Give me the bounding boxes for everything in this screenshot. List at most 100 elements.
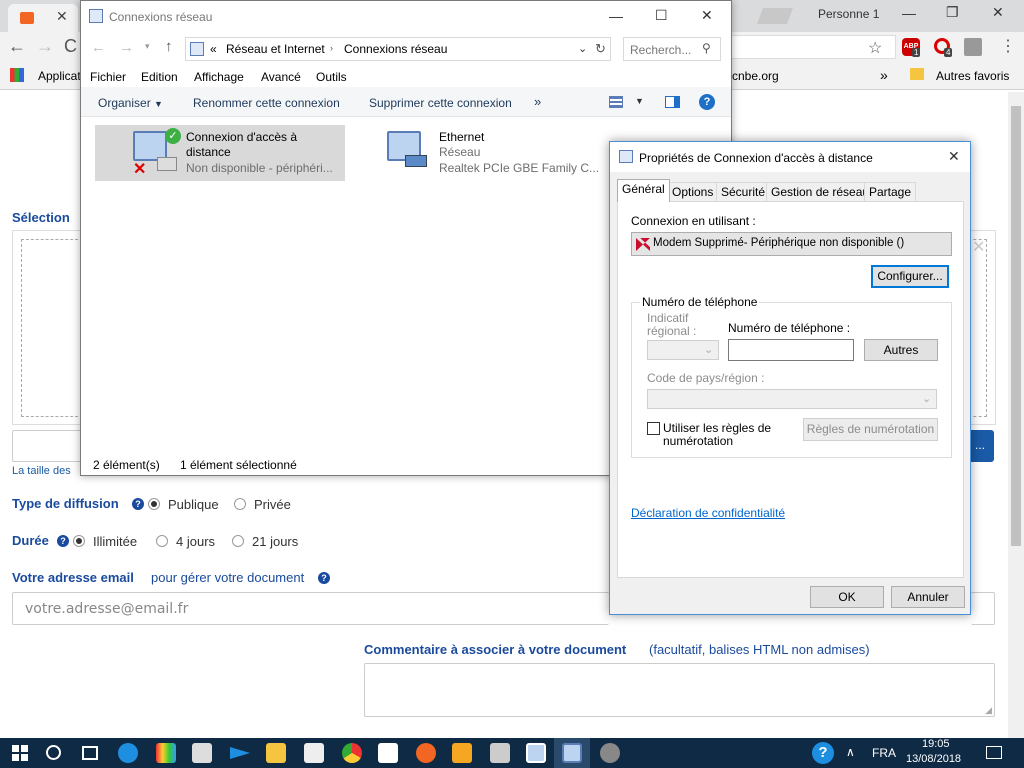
rename-connection-button[interactable]: Renommer cette connexion xyxy=(193,96,340,110)
help-icon[interactable]: ? xyxy=(812,742,834,764)
chevron-down-icon[interactable]: ▼ xyxy=(635,96,644,106)
app-icon[interactable] xyxy=(416,743,436,763)
maximize-icon[interactable]: ☐ xyxy=(655,7,668,24)
chevron-down-icon[interactable]: ⌄ xyxy=(578,42,587,55)
dialing-rules-button[interactable]: Règles de numérotation xyxy=(803,418,938,441)
help-icon[interactable]: ? xyxy=(132,498,144,510)
menu-advanced[interactable]: Avancé xyxy=(261,70,301,84)
minimize-icon[interactable]: — xyxy=(902,5,916,21)
menu-tools[interactable]: Outils xyxy=(316,70,347,84)
ok-button[interactable]: OK xyxy=(810,586,884,608)
tab-networking[interactable]: Gestion de réseau xyxy=(766,182,875,201)
clock-time[interactable]: 19:05 xyxy=(922,738,950,750)
pdf-extension-icon[interactable] xyxy=(964,38,982,56)
close-icon[interactable]: ✕ xyxy=(992,4,1004,21)
radio-21-days[interactable] xyxy=(232,535,244,547)
tab-general[interactable]: Général xyxy=(617,179,670,202)
minimize-icon[interactable]: — xyxy=(609,8,623,24)
recent-dropdown-icon[interactable]: ▾ xyxy=(145,41,150,52)
search-icon[interactable]: ⚲ xyxy=(702,41,711,55)
bookmark-item[interactable]: cnbe.org xyxy=(732,69,779,83)
view-options-icon[interactable] xyxy=(609,96,623,108)
organize-button[interactable]: Organiser ▼ xyxy=(98,96,163,110)
tab-options[interactable]: Options xyxy=(667,182,719,201)
phone-number-input[interactable] xyxy=(728,339,854,361)
help-icon[interactable]: ? xyxy=(318,572,330,584)
tab-security[interactable]: Sécurité xyxy=(716,182,771,201)
email-input-right[interactable] xyxy=(971,592,995,625)
privacy-statement-link[interactable]: Déclaration de confidentialité xyxy=(631,506,785,520)
chrome-icon[interactable] xyxy=(342,743,362,763)
bookmarks-overflow[interactable]: » xyxy=(880,67,888,83)
network-connections-icon[interactable] xyxy=(562,743,582,763)
app-icon[interactable] xyxy=(156,743,176,763)
up-icon[interactable]: ↑ xyxy=(165,38,173,55)
new-tab-button[interactable] xyxy=(757,8,793,24)
radio-4-days[interactable] xyxy=(156,535,168,547)
control-panel-icon[interactable] xyxy=(526,743,546,763)
menu-icon[interactable]: ⋮ xyxy=(1000,36,1016,56)
comment-textarea[interactable]: ◢ xyxy=(364,663,995,717)
radio-private-label[interactable]: Privée xyxy=(254,497,291,512)
close-icon[interactable]: ✕ xyxy=(972,237,985,257)
start-windows-icon[interactable] xyxy=(12,745,28,761)
refresh-icon[interactable]: ↻ xyxy=(595,41,606,57)
menu-edit[interactable]: Edition xyxy=(141,70,178,84)
dialog-titlebar[interactable]: Propriétés de Connexion d'accès à distan… xyxy=(610,142,970,172)
active-task-highlight[interactable] xyxy=(554,738,590,768)
file-path-input[interactable] xyxy=(12,430,82,462)
explorer-titlebar[interactable]: Connexions réseau — ☐ ✕ xyxy=(81,1,731,33)
close-icon[interactable]: ✕ xyxy=(701,7,713,24)
back-icon[interactable]: ← xyxy=(91,39,106,56)
apps-icon[interactable] xyxy=(10,68,24,82)
search-input[interactable]: Recherch... ⚲ xyxy=(623,37,721,61)
omnibox[interactable]: ☆ xyxy=(732,35,896,59)
cancel-button[interactable]: Annuler xyxy=(891,586,965,608)
use-dialing-rules-checkbox[interactable] xyxy=(647,422,660,435)
configure-button[interactable]: Configurer... xyxy=(871,265,949,288)
radio-unlimited[interactable] xyxy=(73,535,85,547)
forward-icon[interactable]: → xyxy=(36,36,54,57)
scrollbar-thumb[interactable] xyxy=(1011,106,1021,546)
chevron-up-icon[interactable]: ∧ xyxy=(846,745,855,759)
calculator-icon[interactable] xyxy=(304,743,324,763)
close-icon[interactable]: ✕ xyxy=(948,148,960,165)
page-scrollbar[interactable] xyxy=(1008,92,1024,738)
tab-sharing[interactable]: Partage xyxy=(864,182,917,201)
help-icon[interactable]: ? xyxy=(699,94,715,110)
notifications-icon[interactable] xyxy=(986,746,1002,759)
more-commands-button[interactable]: » xyxy=(534,94,541,109)
radio-public-label[interactable]: Publique xyxy=(168,497,219,512)
language-indicator[interactable]: FRA xyxy=(872,746,896,760)
country-code-select[interactable]: ⌄ xyxy=(647,389,937,409)
network-app-icon[interactable] xyxy=(490,743,510,763)
radio-public[interactable] xyxy=(148,498,160,510)
email-input[interactable]: votre.adresse@email.fr xyxy=(12,592,609,625)
edge-icon[interactable] xyxy=(118,743,138,763)
address-bar[interactable]: « Réseau et Internet › Connexions réseau… xyxy=(185,37,611,61)
profile-name[interactable]: Personne 1 xyxy=(818,7,879,21)
file-explorer-icon[interactable] xyxy=(266,743,286,763)
reload-icon[interactable]: C xyxy=(64,36,77,57)
apps-label[interactable]: Applicat xyxy=(38,69,81,83)
help-icon[interactable]: ? xyxy=(57,535,69,547)
breadcrumb-network-internet[interactable]: Réseau et Internet xyxy=(226,42,325,56)
menu-view[interactable]: Affichage xyxy=(194,70,244,84)
restore-icon[interactable]: ❐ xyxy=(946,4,959,21)
radio-21-days-label[interactable]: 21 jours xyxy=(252,534,298,549)
mail-icon[interactable] xyxy=(378,743,398,763)
back-icon[interactable]: ← xyxy=(8,36,26,57)
dropzone[interactable] xyxy=(21,239,83,417)
menu-file[interactable]: Fichier xyxy=(90,70,126,84)
others-button[interactable]: Autres xyxy=(864,339,938,361)
cortana-icon[interactable] xyxy=(46,745,61,760)
connection-item-ethernet[interactable]: Ethernet Réseau Realtek PCIe GBE Family … xyxy=(381,125,621,181)
task-view-icon[interactable] xyxy=(82,746,98,760)
radio-unlimited-label[interactable]: Illimitée xyxy=(93,534,137,549)
radio-private[interactable] xyxy=(234,498,246,510)
chevron-right-icon[interactable]: › xyxy=(330,43,333,53)
star-icon[interactable]: ☆ xyxy=(868,38,882,58)
media-player-icon[interactable] xyxy=(452,743,472,763)
teamviewer-icon[interactable] xyxy=(230,747,250,759)
radio-4-days-label[interactable]: 4 jours xyxy=(176,534,215,549)
